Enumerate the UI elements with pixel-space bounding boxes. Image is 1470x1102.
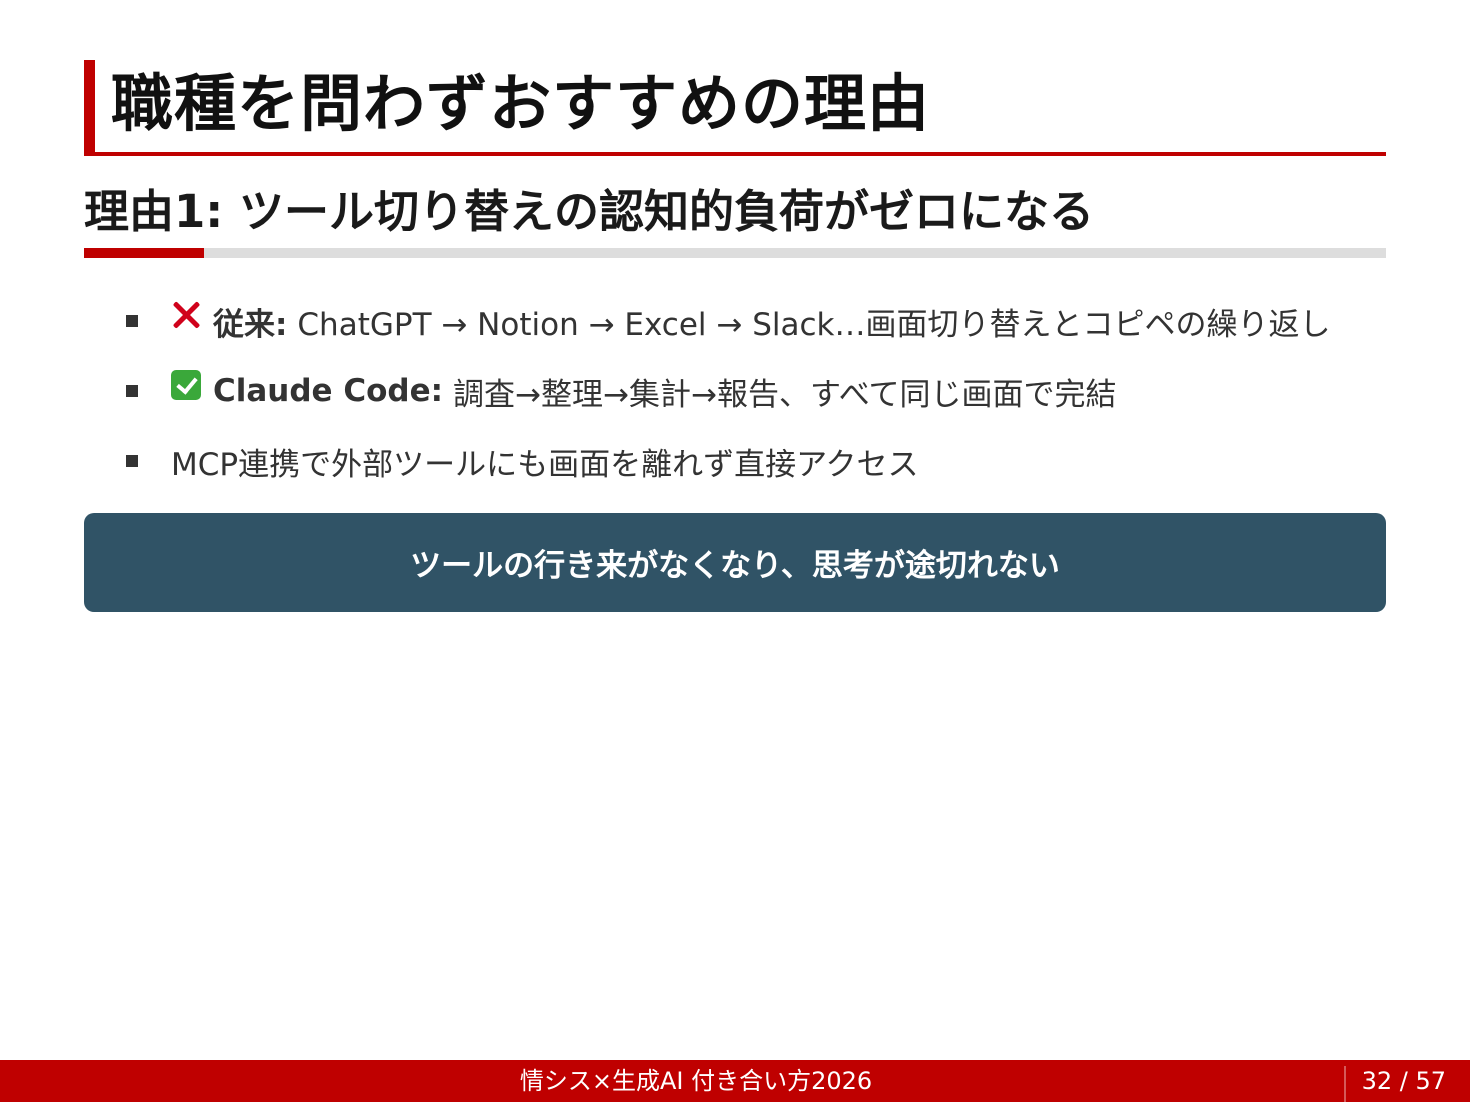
check-mark-button-icon bbox=[171, 370, 201, 400]
page-number: 32 / 57 bbox=[1361, 1067, 1446, 1095]
subtitle-underline-accent bbox=[84, 248, 204, 258]
bullet-item-mcp: MCP連携で外部ツールにも画面を離れず直接アクセス bbox=[126, 426, 1331, 496]
bullet-marker bbox=[126, 385, 138, 397]
bullet-list: 従来: ChatGPT → Notion → Excel → Slack…画面切… bbox=[126, 286, 1331, 496]
bullet-marker bbox=[126, 315, 138, 327]
callout-box: ツールの行き来がなくなり、思考が途切れない bbox=[84, 513, 1386, 612]
callout-text: ツールの行き来がなくなり、思考が途切れない bbox=[410, 548, 1060, 584]
bullet-marker bbox=[126, 455, 138, 467]
slide: 職種を問わずおすすめの理由 理由1: ツール切り替えの認知的負荷がゼロになる 従… bbox=[0, 0, 1470, 1102]
subtitle-underline bbox=[84, 248, 1386, 258]
footer-divider bbox=[1344, 1066, 1346, 1102]
bullet-label: 従来: bbox=[213, 306, 288, 343]
bullet-text: ChatGPT → Notion → Excel → Slack…画面切り替えと… bbox=[297, 306, 1331, 343]
bullet-item-conventional: 従来: ChatGPT → Notion → Excel → Slack…画面切… bbox=[126, 286, 1331, 356]
title-bar: 職種を問わずおすすめの理由 bbox=[84, 60, 1386, 156]
bullet-label: Claude Code: bbox=[213, 373, 444, 409]
bullet-item-claude-code: Claude Code: 調査→整理→集計→報告、すべて同じ画面で完結 bbox=[126, 356, 1331, 426]
slide-title: 職種を問わずおすすめの理由 bbox=[111, 67, 931, 140]
slide-subtitle: 理由1: ツール切り替えの認知的負荷がゼロになる bbox=[84, 185, 1094, 238]
footer-title: 情シス×生成AI 付き合い方2026 bbox=[519, 1067, 873, 1095]
cross-mark-icon bbox=[171, 300, 201, 330]
bullet-text: MCP連携で外部ツールにも画面を離れず直接アクセス bbox=[171, 446, 919, 483]
bullet-text: 調査→整理→集計→報告、すべて同じ画面で完結 bbox=[453, 376, 1117, 413]
footer-bar: 情シス×生成AI 付き合い方2026 32 / 57 bbox=[0, 1060, 1470, 1102]
